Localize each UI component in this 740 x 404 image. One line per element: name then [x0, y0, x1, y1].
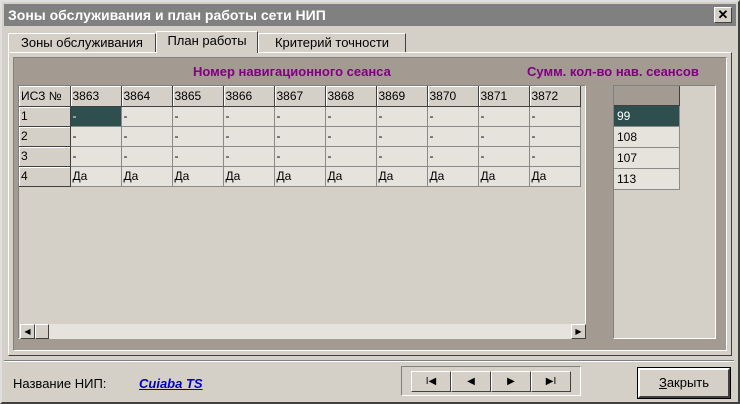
sum-column-header [614, 86, 680, 106]
window-title: Зоны обслуживания и план работы сети НИП [8, 7, 326, 23]
grid-cell[interactable]: - [223, 106, 275, 127]
scroll-right-icon[interactable]: ▶ [571, 324, 586, 339]
column-header[interactable]: 3865 [172, 86, 224, 107]
grid-cell[interactable]: - [70, 126, 122, 147]
grid-cell[interactable]: Да [427, 166, 479, 187]
grid-cell[interactable]: - [121, 126, 173, 147]
grid-cell[interactable]: - [172, 126, 224, 147]
column-header[interactable]: 3866 [223, 86, 275, 107]
row-header[interactable]: 2 [19, 126, 71, 147]
row-header[interactable]: 3 [19, 146, 71, 167]
table-row: 1 - - - - - - - - - - [19, 106, 581, 127]
grid-cell[interactable]: - [70, 106, 122, 127]
sum-cell[interactable]: 107 [614, 148, 680, 169]
grid-corner-cell: ИСЗ № [19, 86, 71, 107]
tab-work-plan[interactable]: План работы [156, 31, 258, 53]
grid-cell[interactable]: - [529, 106, 581, 127]
grid-cell[interactable]: - [121, 106, 173, 127]
grid-cell[interactable]: - [376, 146, 428, 167]
grid-cell[interactable]: Да [172, 166, 224, 187]
grid-cell[interactable]: - [529, 126, 581, 147]
plan-grid[interactable]: ИСЗ № 3863 3864 3865 3866 3867 3868 3869… [18, 85, 586, 339]
grid-cell[interactable]: - [376, 106, 428, 127]
station-name-value[interactable]: Cuiaba TS [139, 376, 203, 391]
sum-sessions-grid[interactable]: 99 108 107 113 [613, 85, 716, 339]
prev-record-button[interactable]: ◀ [451, 371, 491, 392]
grid-cell[interactable]: - [427, 106, 479, 127]
tab-accuracy-criterion[interactable]: Критерий точности [258, 33, 406, 53]
table-row: 4 Да Да Да Да Да Да Да Да Да Да [19, 166, 581, 187]
grid-cell[interactable]: Да [376, 166, 428, 187]
record-navigator: I◀ ◀ ▶ ▶I [401, 366, 581, 396]
sum-cell[interactable]: 113 [614, 169, 680, 190]
station-name-label: Название НИП: [13, 376, 107, 391]
grid-cell[interactable]: - [172, 146, 224, 167]
sum-sessions-heading: Сумм. кол-во нав. сеансов [527, 64, 699, 79]
close-button-label: акрыть [666, 375, 710, 390]
sum-cell[interactable]: 99 [614, 106, 680, 127]
sum-cell[interactable]: 108 [614, 127, 680, 148]
title-bar: Зоны обслуживания и план работы сети НИП… [4, 4, 736, 26]
tab-service-zones[interactable]: Зоны обслуживания [8, 33, 156, 53]
row-header[interactable]: 1 [19, 106, 71, 127]
grid-cell[interactable]: - [376, 126, 428, 147]
column-header[interactable]: 3872 [529, 86, 581, 107]
first-record-button[interactable]: I◀ [411, 371, 451, 392]
grid-cell[interactable]: - [478, 126, 530, 147]
column-header[interactable]: 3870 [427, 86, 479, 107]
scroll-thumb[interactable] [35, 324, 49, 339]
grid-cell[interactable]: - [121, 146, 173, 167]
scroll-left-icon[interactable]: ◀ [20, 324, 35, 339]
row-header[interactable]: 4 [19, 166, 71, 187]
column-header[interactable]: 3868 [325, 86, 377, 107]
grid-cell[interactable]: - [427, 146, 479, 167]
grid-cell[interactable]: Да [325, 166, 377, 187]
grid-cell[interactable]: Да [70, 166, 122, 187]
grid-cell[interactable]: - [529, 146, 581, 167]
grid-cell[interactable]: - [223, 146, 275, 167]
grid-cell[interactable]: - [325, 146, 377, 167]
window-close-button[interactable]: ✕ [714, 7, 732, 23]
table-row: 3 - - - - - - - - - - [19, 146, 581, 167]
grid-cell[interactable]: - [478, 146, 530, 167]
close-button[interactable]: Закрыть [637, 367, 731, 399]
plan-table: ИСЗ № 3863 3864 3865 3866 3867 3868 3869… [19, 86, 581, 187]
grid-cell[interactable]: Да [223, 166, 275, 187]
grid-cell[interactable]: Да [121, 166, 173, 187]
next-record-button[interactable]: ▶ [491, 371, 531, 392]
last-record-button[interactable]: ▶I [531, 371, 571, 392]
grid-cell[interactable]: - [274, 126, 326, 147]
grid-cell[interactable]: - [478, 106, 530, 127]
grid-cell[interactable]: - [223, 126, 275, 147]
grid-cell[interactable]: - [325, 106, 377, 127]
divider [4, 360, 734, 362]
column-header[interactable]: 3869 [376, 86, 428, 107]
grid-cell[interactable]: Да [478, 166, 530, 187]
grid-cell[interactable]: - [172, 106, 224, 127]
session-number-heading: Номер навигационного сеанса [193, 64, 391, 79]
grid-cell[interactable]: - [70, 146, 122, 167]
grid-cell[interactable]: - [427, 126, 479, 147]
grid-cell[interactable]: Да [274, 166, 326, 187]
grid-header-row: ИСЗ № 3863 3864 3865 3866 3867 3868 3869… [19, 86, 581, 107]
grid-cell[interactable]: - [325, 126, 377, 147]
close-button-mnemonic: З [658, 375, 667, 390]
column-header[interactable]: 3864 [121, 86, 173, 107]
grid-cell[interactable]: Да [529, 166, 581, 187]
column-header[interactable]: 3867 [274, 86, 326, 107]
table-row: 2 - - - - - - - - - - [19, 126, 581, 147]
horizontal-scrollbar[interactable]: ◀ ▶ [20, 324, 586, 339]
column-header[interactable]: 3863 [70, 86, 122, 107]
grid-cell[interactable]: - [274, 146, 326, 167]
column-header[interactable]: 3871 [478, 86, 530, 107]
grid-cell[interactable]: - [274, 106, 326, 127]
